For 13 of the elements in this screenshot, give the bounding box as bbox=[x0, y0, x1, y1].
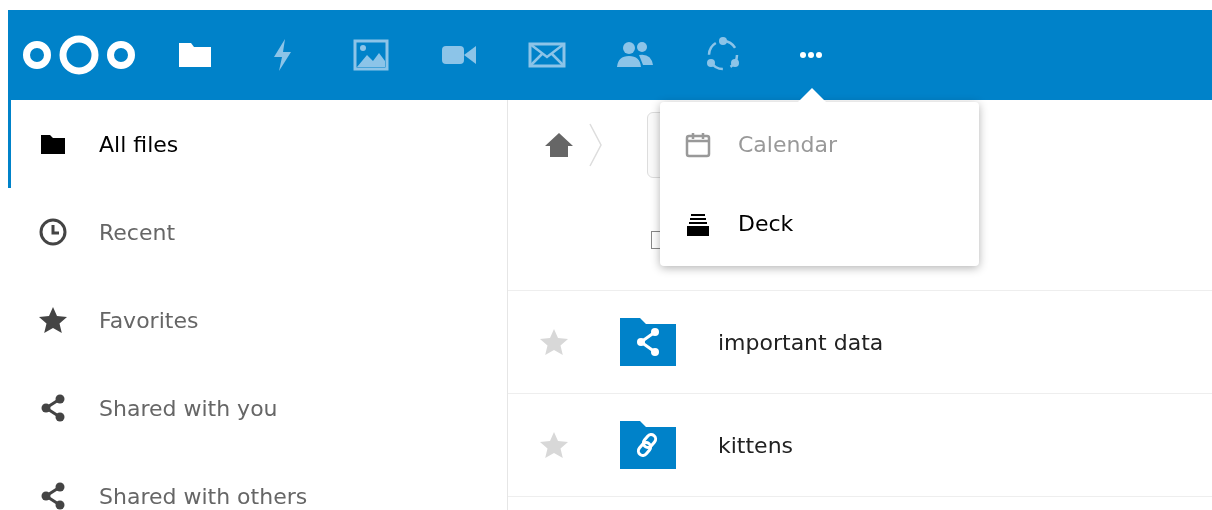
shared-folder-icon bbox=[620, 318, 676, 366]
sidebar-item[interactable]: All files bbox=[8, 100, 507, 188]
sidebar-item[interactable]: Favorites bbox=[8, 276, 507, 364]
sidebar-item[interactable]: Shared with others bbox=[8, 452, 507, 510]
logo-icon[interactable] bbox=[20, 35, 138, 75]
menu-item[interactable]: Deck bbox=[660, 184, 979, 263]
clock-icon bbox=[37, 216, 69, 248]
breadcrumb-separator-icon bbox=[589, 123, 603, 167]
sidebar-item[interactable]: Shared with you bbox=[8, 364, 507, 452]
file-name[interactable]: important data bbox=[718, 329, 884, 355]
file-name[interactable]: kittens bbox=[718, 432, 794, 458]
link-folder-icon bbox=[620, 421, 676, 469]
sidebar-item[interactable]: Recent bbox=[8, 188, 507, 276]
